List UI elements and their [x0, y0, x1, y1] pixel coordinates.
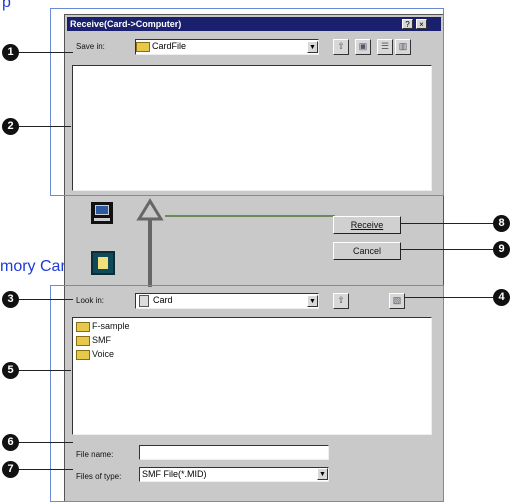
top-fragment-label: p — [2, 0, 11, 11]
computer-icon — [91, 202, 113, 224]
leader-7 — [19, 469, 73, 470]
callout-6: 6 — [2, 434, 19, 451]
callout-5: 5 — [2, 362, 19, 379]
leader-2 — [19, 126, 71, 127]
cancel-button[interactable]: Cancel — [333, 242, 401, 260]
upper-section-highlight — [50, 8, 444, 196]
transfer-line — [165, 215, 335, 217]
leader-1 — [19, 52, 73, 53]
callout-4: 4 — [493, 289, 510, 306]
leader-6 — [19, 442, 73, 443]
leader-9 — [400, 249, 493, 250]
leader-3 — [19, 299, 73, 300]
callout-9: 9 — [493, 241, 510, 258]
callout-3: 3 — [2, 291, 19, 308]
callout-7: 7 — [2, 461, 19, 478]
callout-2: 2 — [2, 118, 19, 135]
callout-8: 8 — [493, 215, 510, 232]
cancel-button-label: Cancel — [352, 246, 381, 256]
memory-card-icon — [91, 251, 115, 275]
receive-button[interactable]: Receive — [333, 216, 401, 234]
lower-section-highlight — [50, 285, 444, 502]
callout-1: 1 — [2, 44, 19, 61]
receive-button-label: Receive — [350, 220, 384, 230]
leader-8 — [400, 223, 493, 224]
leader-5 — [19, 370, 71, 371]
leader-4 — [404, 297, 493, 298]
transfer-arrow — [136, 198, 164, 287]
